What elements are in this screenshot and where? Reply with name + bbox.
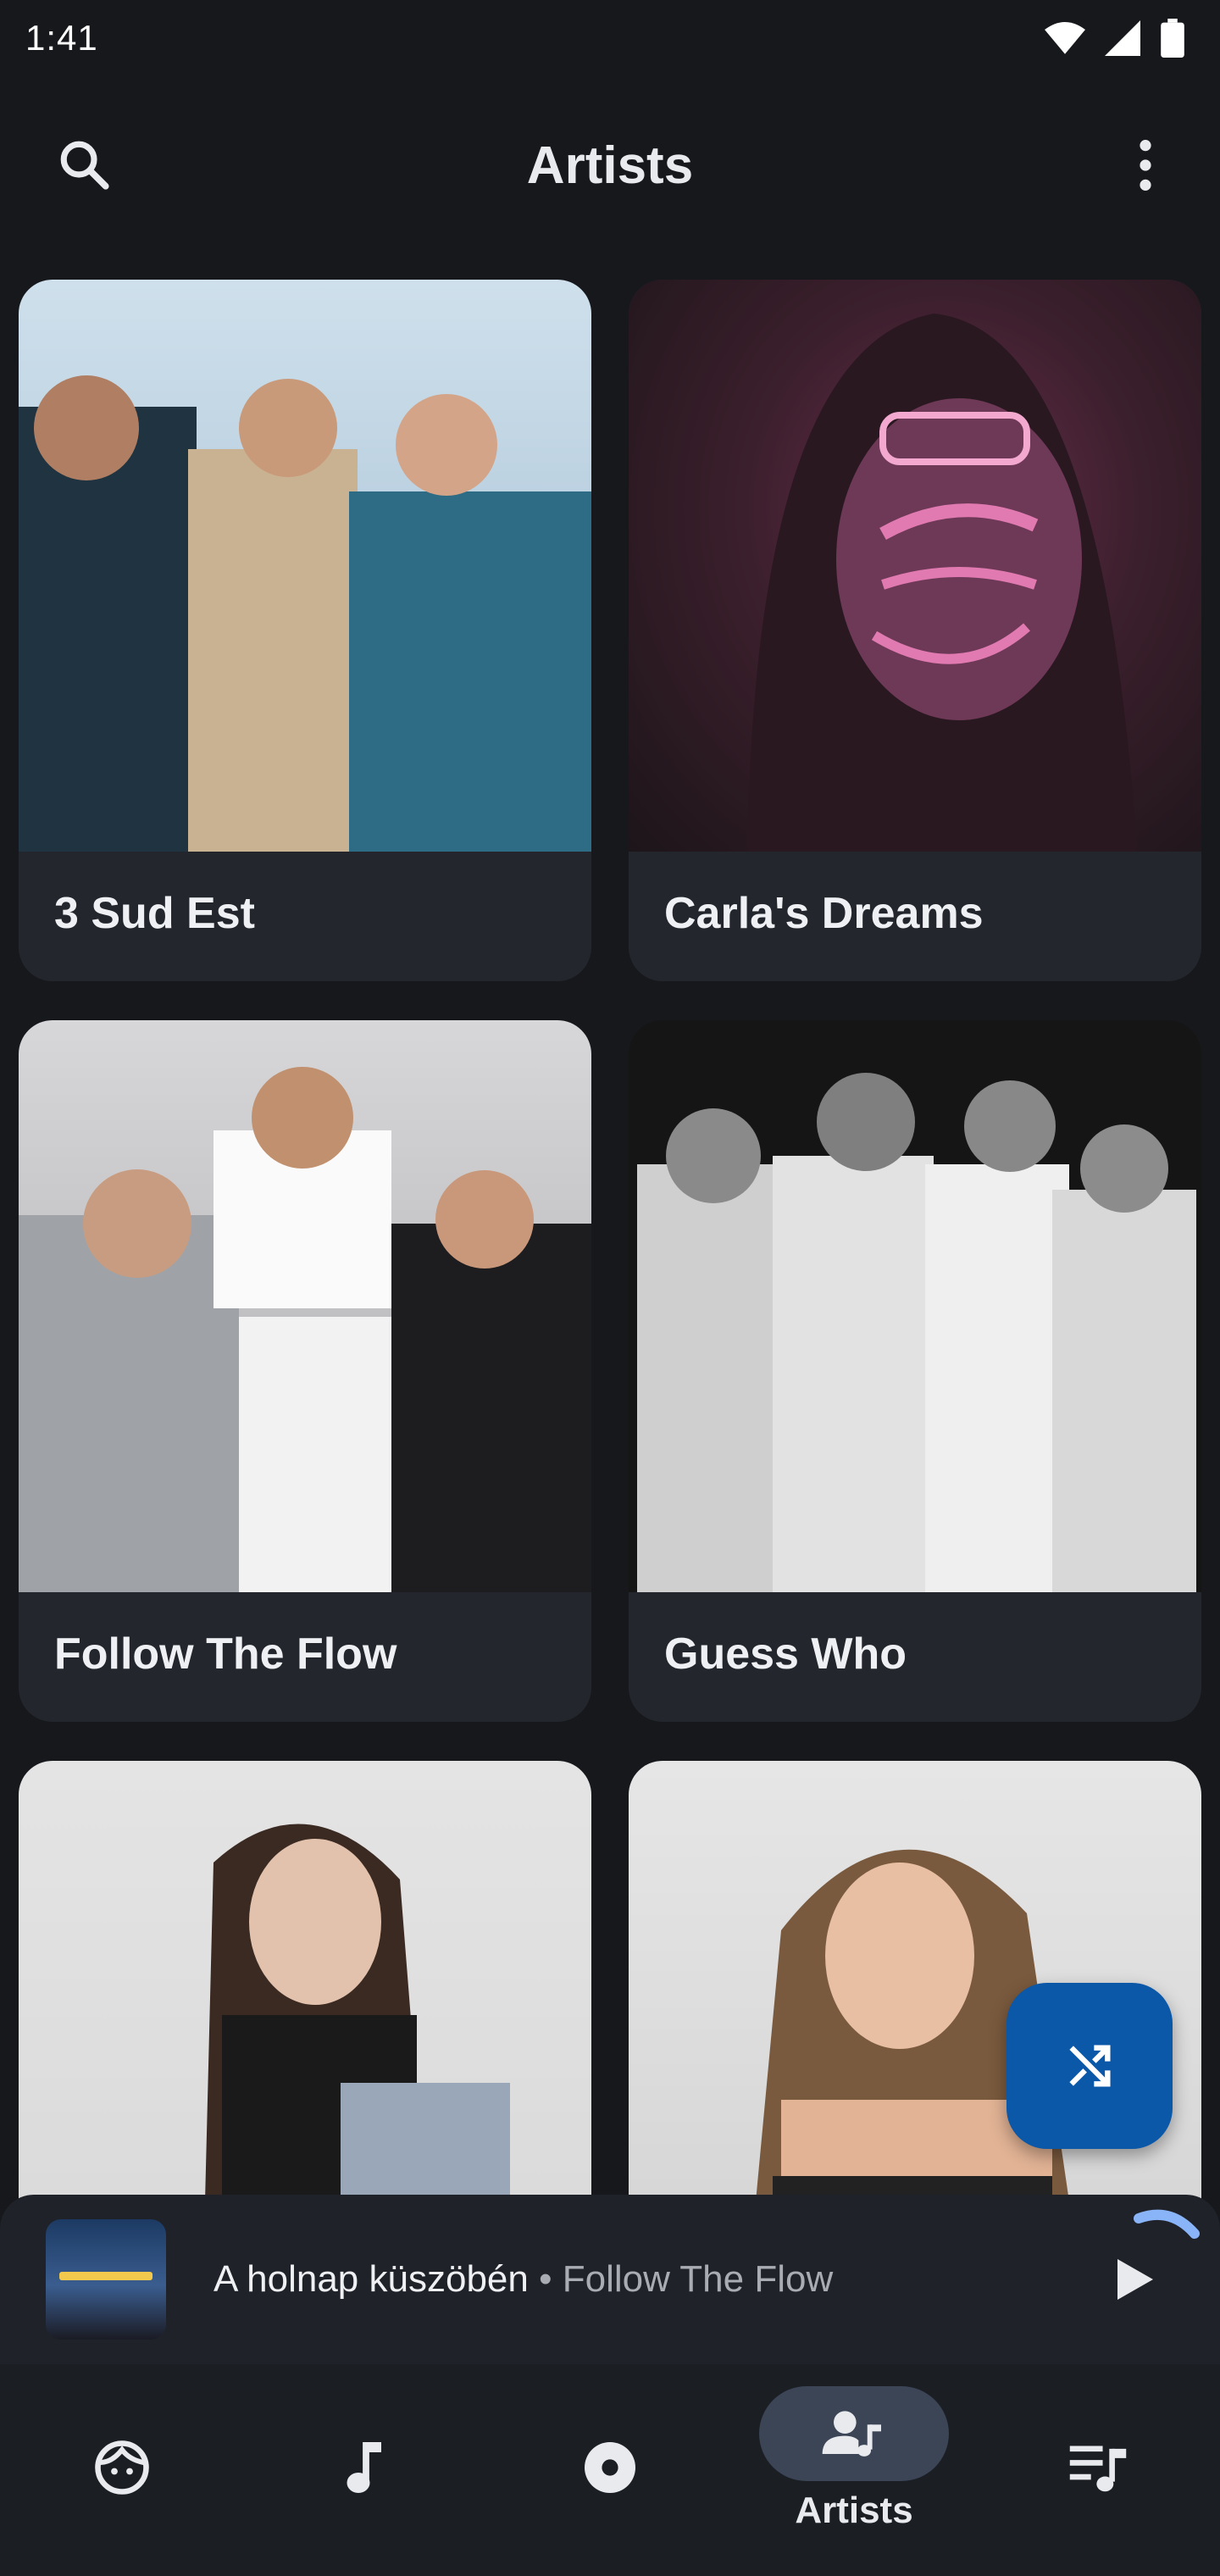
- battery-icon: [1161, 19, 1184, 58]
- nav-active-indicator: [759, 2386, 949, 2481]
- artist-name: Carla's Dreams: [664, 889, 984, 938]
- playback-progress-ring: [1134, 2209, 1200, 2239]
- album-icon: [585, 2442, 635, 2493]
- nav-item-playlists[interactable]: [976, 2364, 1220, 2576]
- artist-image: [19, 280, 591, 852]
- shuffle-button[interactable]: [1006, 1983, 1173, 2149]
- now-playing-cover: [46, 2219, 166, 2340]
- play-button[interactable]: [1084, 2209, 1200, 2330]
- wifi-icon: [1044, 20, 1086, 56]
- bottom-navigation: Artists: [0, 2364, 1220, 2576]
- nav-item-for-you[interactable]: [0, 2364, 244, 2576]
- artist-name: 3 Sud Est: [54, 889, 255, 938]
- top-app-bar: Artists: [0, 102, 1220, 229]
- artist-image: [19, 1020, 591, 1592]
- artist-card[interactable]: Guess Who: [629, 1020, 1201, 1722]
- now-playing-separator: •: [528, 2258, 563, 2300]
- status-bar: 1:41: [0, 0, 1220, 76]
- now-playing-title: A holnap küszöbén: [214, 2258, 529, 2300]
- artist-icon: [822, 2411, 881, 2457]
- more-vert-icon: [1140, 140, 1151, 191]
- page-title: Artists: [526, 136, 694, 195]
- shuffle-icon: [1069, 2045, 1111, 2087]
- face-icon: [95, 2440, 149, 2495]
- search-button[interactable]: [44, 125, 125, 206]
- artist-image: [629, 280, 1201, 852]
- nav-item-artists[interactable]: Artists: [732, 2364, 976, 2576]
- artist-card[interactable]: Follow The Flow: [19, 1020, 591, 1722]
- nav-label-artists: Artists: [795, 2490, 913, 2531]
- artist-card[interactable]: 3 Sud Est: [19, 280, 591, 981]
- artist-image: [629, 1020, 1201, 1592]
- nav-item-songs[interactable]: [244, 2364, 488, 2576]
- nav-item-albums[interactable]: [488, 2364, 732, 2576]
- search-icon: [60, 141, 109, 190]
- artist-name: Follow The Flow: [54, 1629, 397, 1679]
- status-time: 1:41: [25, 18, 98, 58]
- queue-music-icon: [1069, 2446, 1127, 2492]
- artist-name: Guess Who: [664, 1629, 907, 1679]
- mini-player[interactable]: A holnap küszöbén • Follow The Flow: [0, 2195, 1220, 2364]
- now-playing-text: A holnap küszöbén • Follow The Flow: [214, 2258, 1084, 2301]
- music-note-icon: [347, 2442, 381, 2493]
- signal-icon: [1105, 20, 1142, 56]
- more-options-button[interactable]: [1105, 125, 1186, 206]
- now-playing-artist: Follow The Flow: [562, 2258, 834, 2300]
- status-icons: [1044, 19, 1184, 58]
- artist-card[interactable]: Carla's Dreams: [629, 280, 1201, 981]
